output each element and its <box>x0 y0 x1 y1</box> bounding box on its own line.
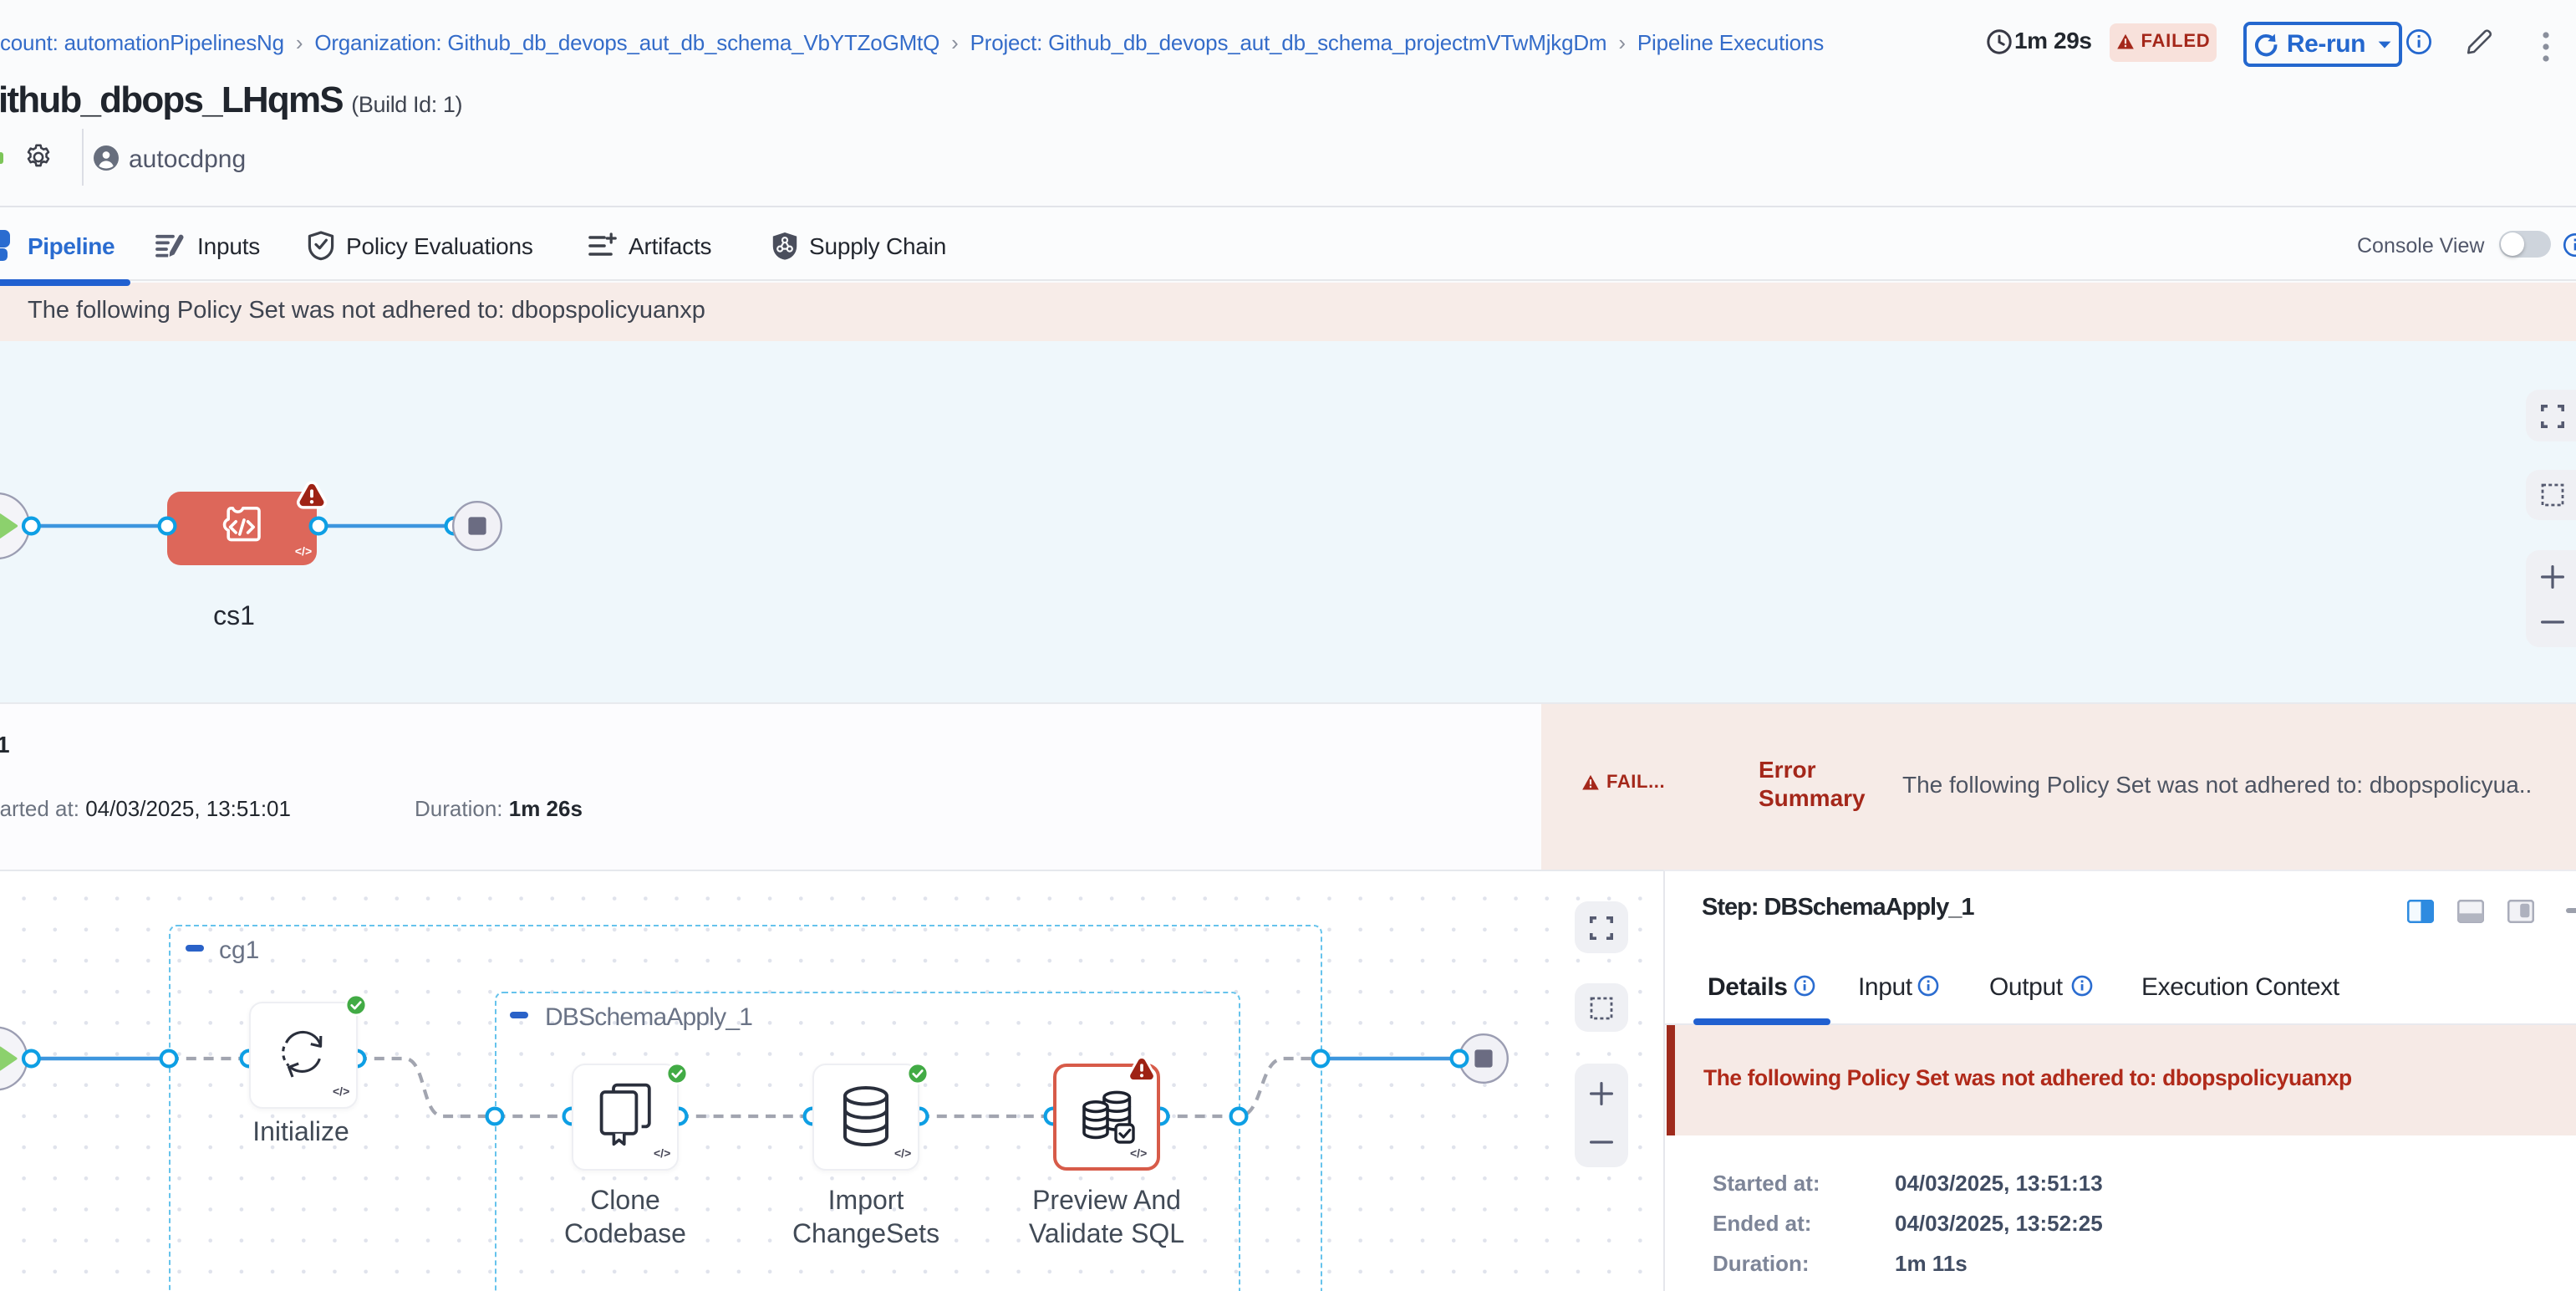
svg-text:</>: </> <box>295 544 312 558</box>
svg-text:cs1: cs1 <box>213 600 255 630</box>
